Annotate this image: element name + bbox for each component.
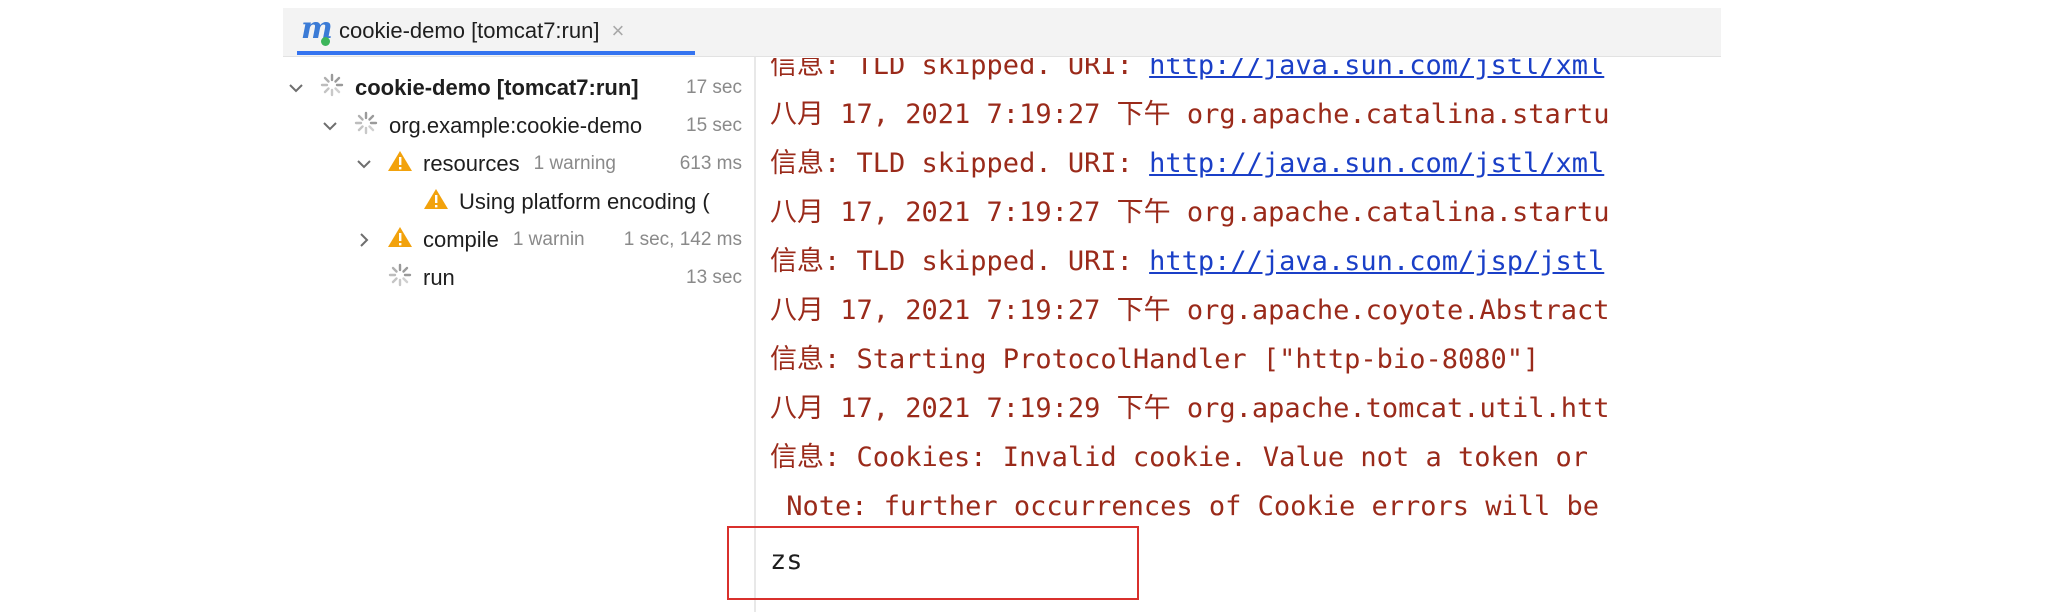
- maven-icon: m: [301, 11, 333, 46]
- tree-item-label: compile: [423, 227, 499, 252]
- tab-cookie-demo[interactable]: m cookie-demo [tomcat7:run] ×: [297, 8, 695, 54]
- console-line: 八月 17, 2021 7:19:27 下午 org.apache.coyote…: [770, 295, 1610, 326]
- console-line: 信息: Starting ProtocolHandler ["http-bio-…: [770, 344, 1540, 375]
- tree-item-run[interactable]: run 13 sec: [387, 259, 752, 297]
- duration: 613 ms: [675, 153, 742, 175]
- warning-count: 1 warnin: [512, 229, 585, 250]
- chevron-down-icon[interactable]: [319, 115, 341, 137]
- warning-icon: [387, 149, 413, 179]
- tree-item-label: resources: [423, 151, 520, 176]
- warning-icon: [387, 225, 413, 255]
- console-line: Note: further occurrences of Cookie erro…: [770, 491, 1600, 522]
- console-line: 八月 17, 2021 7:19:27 下午 org.apache.catali…: [770, 99, 1610, 130]
- tree-item-warning[interactable]: Using platform encoding (: [423, 183, 754, 221]
- console-line: 信息: TLD skipped. URI: http://java.sun.co…: [770, 246, 1605, 277]
- tab-label: cookie-demo [tomcat7:run]: [339, 18, 600, 43]
- tree-item-compile[interactable]: compile 1 warnin 1 sec, 142 ms: [353, 221, 752, 259]
- console-link[interactable]: http://java.sun.com/jstl/xml: [1149, 148, 1604, 179]
- close-icon[interactable]: ×: [611, 18, 624, 44]
- chevron-down-icon[interactable]: [285, 77, 307, 99]
- tree-item-resources[interactable]: resources 1 warning 613 ms: [353, 145, 752, 183]
- console-line: 信息: TLD skipped. URI: http://java.sun.co…: [770, 58, 1604, 86]
- duration: 13 sec: [682, 267, 742, 289]
- duration: 17 sec: [682, 77, 742, 99]
- spinner-icon: [387, 262, 413, 294]
- console-line: 八月 17, 2021 7:19:29 下午 org.apache.tomcat…: [770, 393, 1610, 424]
- console-line: 信息: Cookies: Invalid cookie. Value not a…: [770, 442, 1605, 473]
- tree-item-label: run: [423, 265, 455, 290]
- highlight-annotation: [727, 526, 1139, 600]
- duration: 1 sec, 142 ms: [619, 229, 742, 251]
- warning-count: 1 warning: [533, 153, 616, 174]
- console-link[interactable]: http://java.sun.com/jstl/xml: [1149, 58, 1604, 81]
- run-tool-window: m cookie-demo [tomcat7:run] × cookie-dem…: [283, 8, 1721, 612]
- tree-item-root[interactable]: cookie-demo [tomcat7:run] 17 sec: [285, 69, 752, 107]
- tree-item-label: org.example:cookie-demo: [389, 113, 643, 138]
- chevron-down-icon[interactable]: [353, 153, 375, 175]
- build-tree: cookie-demo [tomcat7:run] 17 sec org.exa…: [283, 58, 754, 612]
- console-line: 信息: TLD skipped. URI: http://java.sun.co…: [770, 148, 1605, 179]
- spinner-icon: [353, 110, 379, 142]
- chevron-right-icon[interactable]: [353, 229, 375, 251]
- tree-item-module[interactable]: org.example:cookie-demo 15 sec: [319, 107, 752, 145]
- warning-icon: [423, 187, 449, 217]
- tree-item-label: Using platform encoding (: [459, 189, 710, 214]
- console-line: 八月 17, 2021 7:19:27 下午 org.apache.catali…: [770, 197, 1610, 228]
- console-link[interactable]: http://java.sun.com/jsp/jstl: [1149, 246, 1604, 277]
- tab-bar: m cookie-demo [tomcat7:run] ×: [283, 8, 1721, 57]
- active-tab-indicator: [297, 51, 695, 55]
- duration: 15 sec: [682, 115, 742, 137]
- spinner-icon: [319, 72, 345, 104]
- tree-item-label: cookie-demo [tomcat7:run]: [355, 75, 639, 100]
